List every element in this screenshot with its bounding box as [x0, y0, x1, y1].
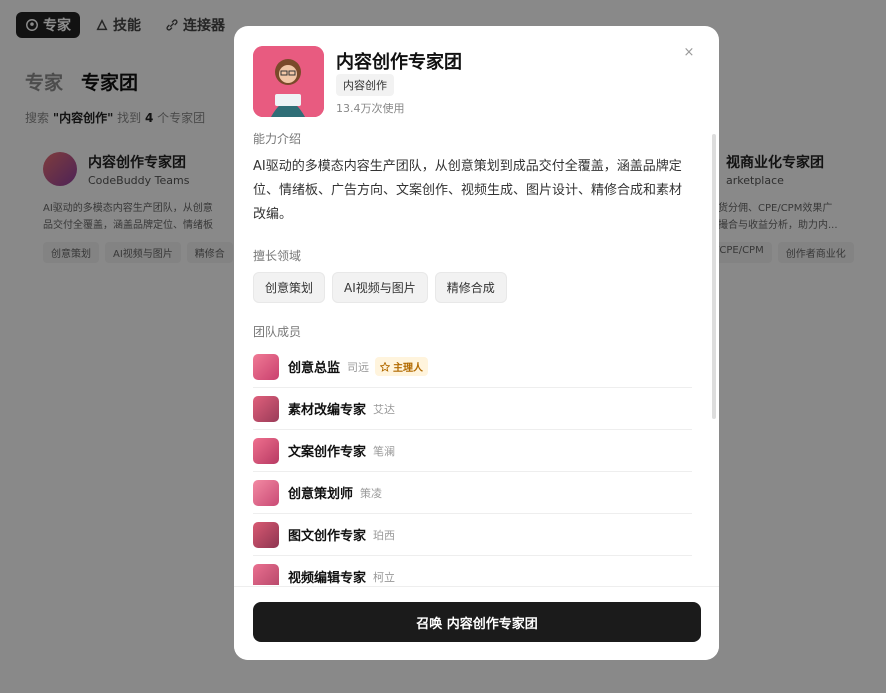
star-icon: [380, 361, 391, 372]
scrollbar[interactable]: [712, 134, 716, 419]
avatar: [253, 479, 279, 506]
team-detail-modal: × 内容创作专家团 内容创作 13.4万次使用 能力介绍 AI驱动的多模态内容生…: [234, 26, 719, 660]
lead-badge-label: 主理人: [393, 363, 424, 374]
avatar: [253, 437, 279, 464]
summon-team-button[interactable]: 召唤 内容创作专家团: [253, 602, 701, 642]
list-item[interactable]: 视频编辑专家 柯立: [253, 556, 692, 585]
member-alias: 珀西: [373, 528, 396, 542]
team-cover-illustration: [253, 46, 324, 117]
member-role: 文案创作专家: [288, 445, 367, 460]
list-item[interactable]: 图文创作专家 珀西: [253, 514, 692, 556]
list-item[interactable]: 创意策划师 策凌: [253, 472, 692, 514]
list-item[interactable]: 素材改编专家 艾达: [253, 388, 692, 430]
member-alias: 艾达: [373, 402, 396, 416]
avatar: [253, 395, 279, 422]
modal-scroll-area[interactable]: 能力介绍 AI驱动的多模态内容生产团队，从创意策划到成品交付全覆盖，涵盖品牌定位…: [253, 130, 701, 585]
member-role: 视频编辑专家: [288, 571, 367, 585]
modal-footer: 召唤 内容创作专家团: [234, 586, 719, 660]
intro-text: AI驱动的多模态内容生产团队，从创意策划到成品交付全覆盖，涵盖品牌定位、情绪板、…: [253, 159, 683, 222]
member-alias: 笔澜: [373, 444, 396, 458]
intro-heading: 能力介绍: [253, 132, 302, 146]
avatar: [253, 353, 279, 380]
avatar: [253, 563, 279, 585]
close-icon[interactable]: ×: [681, 45, 697, 61]
list-item[interactable]: 文案创作专家 笔澜: [253, 430, 692, 472]
member-role: 素材改编专家: [288, 403, 367, 418]
category-badge: 内容创作: [336, 74, 394, 96]
member-alias: 策凌: [360, 486, 383, 500]
lead-badge: 主理人: [375, 357, 429, 376]
avatar: [253, 521, 279, 548]
member-list: 创意总监 司远 主理人 素材改编专家 艾达 文案创作专家 笔澜 创意策划师 策凌…: [253, 346, 701, 585]
member-role: 创意策划师: [288, 487, 354, 502]
area-tags: 创意策划 AI视频与图片 精修合成: [253, 272, 701, 303]
team-cover-image: [253, 46, 324, 117]
areas-heading: 擅长领域: [253, 249, 302, 263]
area-tag: 精修合成: [434, 272, 507, 303]
member-role: 图文创作专家: [288, 529, 367, 544]
list-item[interactable]: 创意总监 司远 主理人: [253, 346, 692, 388]
area-tag: AI视频与图片: [332, 272, 428, 303]
modal-title: 内容创作专家团: [336, 52, 462, 73]
member-alias: 司远: [347, 360, 370, 374]
members-heading: 团队成员: [253, 325, 302, 339]
area-tag: 创意策划: [253, 272, 326, 303]
member-role: 创意总监: [288, 361, 341, 376]
member-alias: 柯立: [373, 570, 396, 584]
usage-count: 13.4万次使用: [336, 102, 405, 115]
